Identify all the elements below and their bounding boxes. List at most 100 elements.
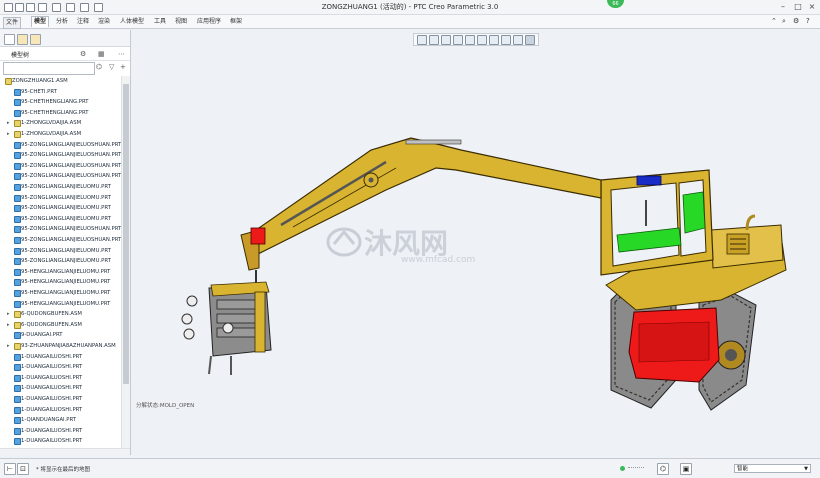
tree-item-label: 95-ZONGLIANGLIANJIELUOMU.PRT — [21, 258, 111, 265]
add-icon[interactable]: + — [120, 63, 126, 71]
red-base — [628, 307, 720, 383]
tree-item-label: 95-CHETI.PRT — [21, 88, 57, 95]
part-icon — [14, 88, 21, 96]
minimize-button[interactable]: – — [778, 2, 788, 11]
selection-filter-icon[interactable]: ▣ — [680, 463, 692, 475]
part-icon — [14, 427, 21, 435]
tree-vertical-scrollbar[interactable] — [121, 76, 130, 448]
part-icon — [14, 353, 21, 361]
part-icon — [14, 184, 21, 191]
graphics-window[interactable]: 沐风网 www.mfcad.com 分解状态:MOLD_OPEN — [131, 30, 820, 455]
close-button[interactable]: × — [807, 2, 817, 11]
tree-item-label: 95-HENGLIANGLIANJIELUOMU.PRT — [21, 290, 111, 296]
title-bar: ZONGZHUANG1 (活动的) - PTC Creo Parametric … — [0, 0, 820, 15]
part-icon — [14, 268, 21, 276]
model-tree: ZONGZHUANG1.ASM 95-CHETI.PRT 95-CHETIHENGL… — [0, 76, 121, 448]
part-icon — [14, 152, 21, 160]
tab-tools[interactable]: 工具 — [152, 17, 168, 27]
help-icon[interactable]: ? — [806, 17, 810, 25]
tree-item-label: 95-ZONGLIANGLIANJIELUOSHUAN.PRT — [21, 141, 121, 148]
status-bar: ⊢ ⊡ * 将显示在最后的地图 ⌬ ▣ 智能 ▼ — [0, 458, 820, 478]
tree-item-label: 95-ZONGLIANGLIANJIELUOSHUAN.PRT — [21, 237, 121, 243]
tree-item-label: 95-ZONGLIANGLIANJIELUOMU.PRT — [21, 194, 111, 201]
explode-state-label: 分解状态:MOLD_OPEN — [136, 403, 195, 409]
toggle-browser-icon[interactable]: ⊡ — [17, 463, 29, 475]
tree-filter-icon[interactable]: ▦ — [98, 50, 105, 58]
tab-annotate[interactable]: 注释 — [75, 17, 91, 27]
find-icon[interactable]: ⌬ — [657, 463, 669, 475]
tree-item-label: 6-QUDONGBUFEN.ASM — [21, 321, 82, 328]
status-divider — [628, 467, 644, 471]
tree-item-label: 93-ZHUANPANJIA8AZHUANPAN.ASM — [21, 343, 116, 349]
favorites-tab-icon[interactable] — [30, 34, 41, 45]
tree-item-label: 95-ZONGLIANGLIANJIELUOSHUAN.PRT — [21, 226, 121, 233]
tree-item-label: 95-CHETIHENGLIANG.PRT — [21, 99, 89, 106]
tree-item-label: 95-ZONGLIANGLIANJIELUOMU.PRT — [21, 247, 111, 254]
tab-render[interactable]: 渲染 — [96, 17, 112, 27]
tab-framework[interactable]: 框架 — [228, 17, 244, 27]
search-icon[interactable]: ⌕ — [782, 17, 786, 26]
part-icon — [14, 332, 21, 340]
tab-manikin[interactable]: 人体模型 — [118, 17, 146, 27]
regen-status-icon — [620, 466, 625, 471]
tree-item-label: 95-ZONGLIANGLIANJIELUOSHUAN.PRT — [21, 173, 121, 180]
expand-arrow-icon[interactable]: ▸ — [7, 341, 12, 351]
selection-filter-select[interactable]: 智能 ▼ — [734, 464, 811, 473]
part-icon — [14, 417, 21, 425]
tree-header: 模型树 ⚙ ▦ ⋯ — [0, 47, 130, 61]
tree-item-label: 1-DUANGAILUOSHI.PRT — [21, 374, 83, 381]
tree-item-label: 95-CHETIHENGLIANG.PRT — [21, 109, 89, 116]
toggle-navigator-icon[interactable]: ⊢ — [4, 463, 16, 475]
tree-item-label: 6-QUDONGBUFEN.ASM — [21, 311, 82, 318]
tab-applications[interactable]: 应用程序 — [195, 17, 223, 27]
harvester-head — [181, 281, 272, 375]
navigator-panel: 模型树 ⚙ ▦ ⋯ ⌬ ▽ + ZONGZHUANG1.ASM 95-CHETI.… — [0, 30, 131, 456]
chevron-down-icon: ▼ — [804, 466, 808, 472]
tree-item-label: 1-DUANGAILUOSHI.PRT — [21, 385, 83, 392]
collapse-ribbon-icon[interactable]: ⌃ — [771, 17, 777, 25]
part-icon — [14, 141, 21, 149]
folder-browser-tab-icon[interactable] — [17, 34, 28, 45]
tab-file[interactable]: 文件 — [3, 17, 22, 29]
assembly-icon — [14, 311, 21, 319]
assembly-icon — [14, 343, 21, 350]
settings-icon[interactable]: ⚙ — [793, 17, 799, 25]
scroll-thumb[interactable] — [123, 84, 129, 384]
model-tree-tab-icon[interactable] — [4, 34, 15, 45]
assembly-icon — [14, 321, 21, 329]
binoculars-icon[interactable]: ⌬ — [96, 63, 102, 71]
tree-title: 模型树 — [11, 52, 30, 59]
part-icon — [14, 162, 21, 170]
part-icon — [14, 374, 21, 382]
expand-arrow-icon[interactable]: ▸ — [7, 309, 12, 319]
tree-item-label: 95-ZONGLIANGLIANJIELUOMU.PRT — [21, 215, 111, 222]
tree-item-label: 1-ZHONGLVDAIJIA.ASM — [21, 131, 82, 137]
cab — [600, 169, 714, 276]
expand-arrow-icon[interactable]: ▸ — [7, 320, 12, 330]
part-icon — [14, 194, 21, 202]
funnel-icon[interactable]: ▽ — [109, 63, 114, 71]
watermark: 沐风网 www.mfcad.com — [326, 222, 476, 274]
tab-analysis[interactable]: 分析 — [54, 17, 70, 27]
part-icon — [14, 300, 21, 308]
tree-show-icon[interactable]: ⋯ — [118, 50, 125, 58]
tree-settings-icon[interactable]: ⚙ — [80, 50, 86, 58]
tree-item-label: 95-ZONGLIANGLIANJIELUOMU.PRT — [21, 184, 111, 190]
expand-arrow-icon[interactable]: ▸ — [7, 118, 12, 128]
tree-item-label: 95-HENGLIANGLIANJIELUOMU.PRT — [21, 279, 111, 286]
maximize-button[interactable]: □ — [793, 2, 803, 11]
status-message: * 将显示在最后的地图 — [36, 467, 90, 473]
part-icon — [14, 279, 21, 287]
tree-horizontal-scrollbar[interactable] — [0, 448, 130, 456]
part-icon — [14, 385, 21, 393]
tab-view[interactable]: 视图 — [173, 17, 189, 27]
tab-model[interactable]: 模型 — [31, 16, 50, 27]
tree-item-label: 1-QIANDUANGAI.PRT — [21, 417, 77, 424]
tree-item-label: 95-ZONGLIANGLIANJIELUOSHUAN.PRT — [21, 162, 121, 169]
part-icon — [14, 109, 21, 117]
expand-arrow-icon[interactable]: ▸ — [7, 129, 12, 139]
selection-filter-value: 智能 — [737, 466, 749, 472]
tree-search-input[interactable] — [3, 62, 95, 75]
tree-item-label: 95-ZONGLIANGLIANJIELUOMU.PRT — [21, 205, 111, 212]
navigator-tabs — [0, 30, 130, 47]
